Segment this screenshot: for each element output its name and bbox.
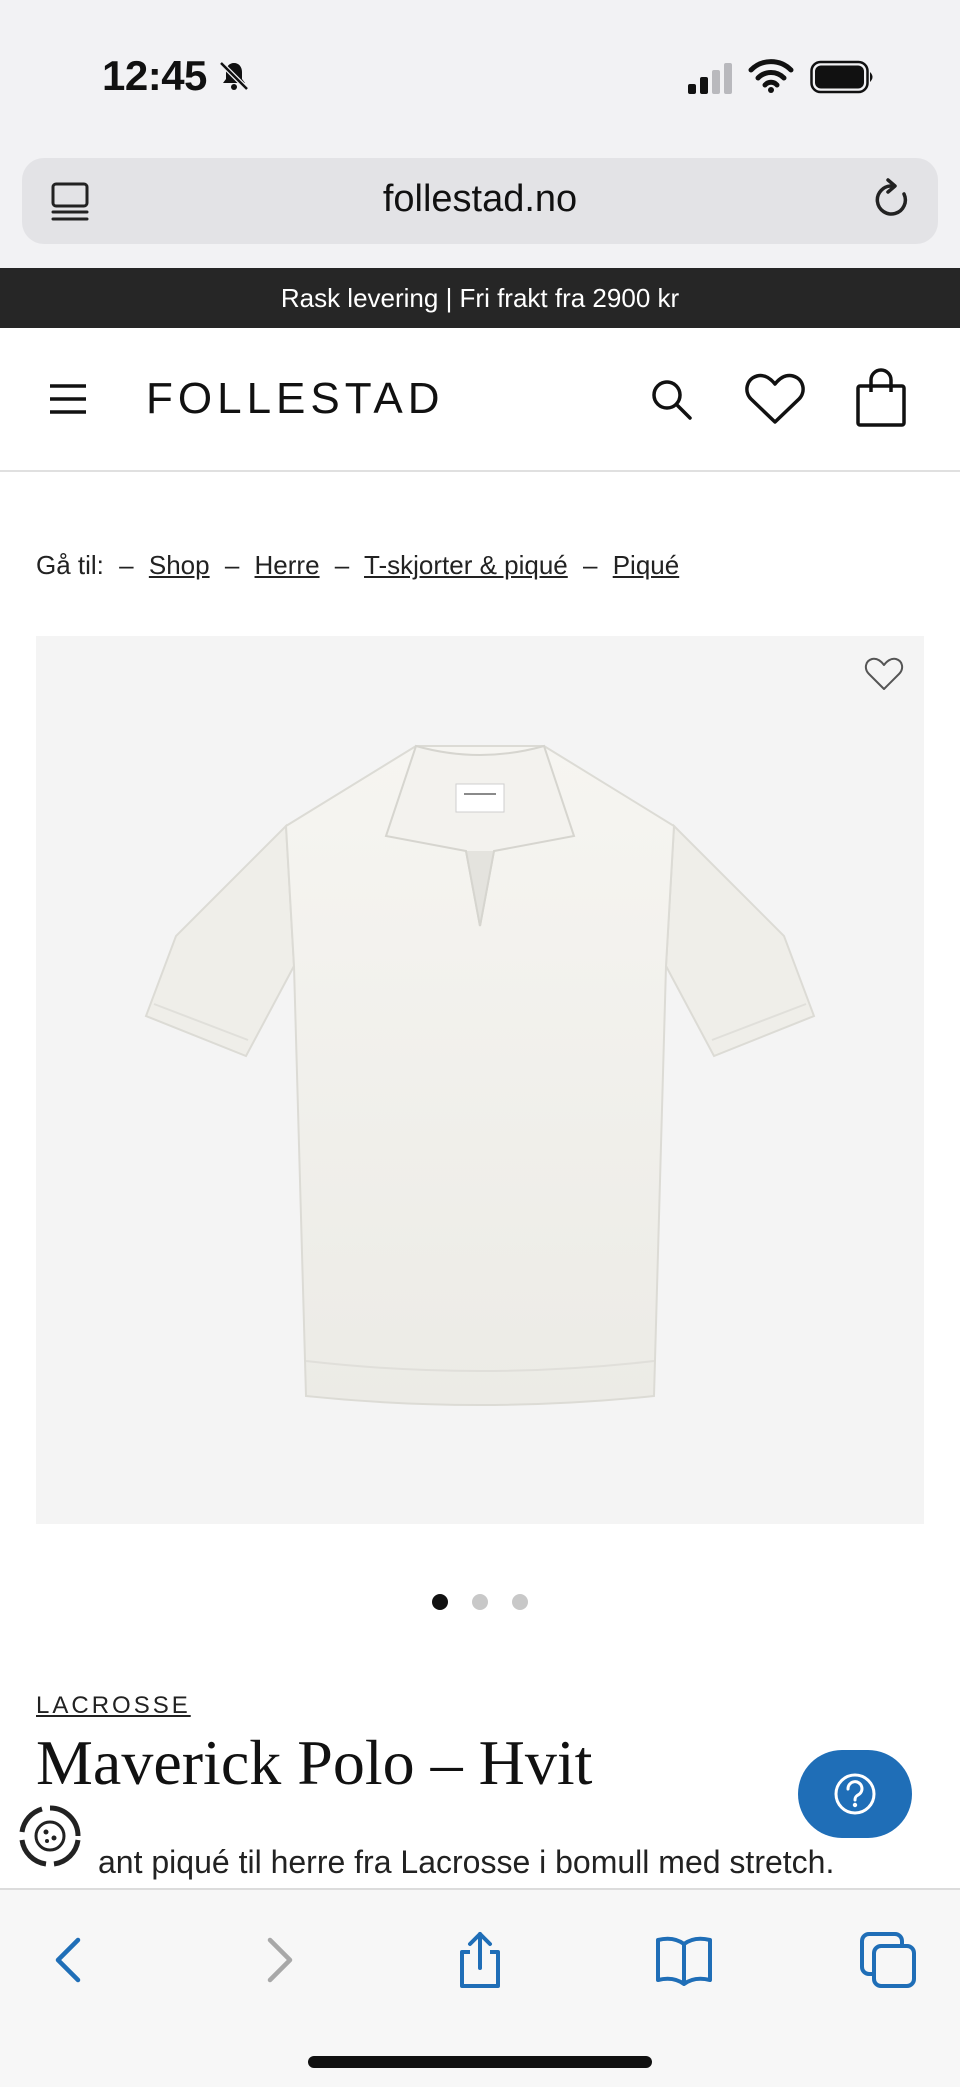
browser-toolbar bbox=[0, 1888, 960, 2087]
breadcrumb-separator: – bbox=[119, 550, 134, 580]
carousel-dot-2[interactable] bbox=[472, 1594, 488, 1610]
question-icon bbox=[834, 1773, 876, 1815]
breadcrumb-link-pique[interactable]: Piqué bbox=[613, 550, 680, 580]
breadcrumb-link-t-skjorter[interactable]: T-skjorter & piqué bbox=[364, 550, 568, 580]
site-header: FOLLESTAD bbox=[0, 328, 960, 472]
help-button[interactable] bbox=[798, 1750, 912, 1838]
search-icon[interactable] bbox=[648, 376, 694, 422]
site-logo[interactable]: FOLLESTAD bbox=[146, 374, 444, 424]
battery-icon bbox=[810, 60, 873, 94]
promo-banner: Rask levering | Fri frakt fra 2900 kr bbox=[0, 268, 960, 328]
breadcrumb: Gå til: – Shop – Herre – T-skjorter & pi… bbox=[36, 550, 679, 581]
carousel-dot-1[interactable] bbox=[432, 1594, 448, 1610]
bookmarks-icon[interactable] bbox=[654, 1930, 714, 1990]
home-indicator bbox=[308, 2056, 652, 2068]
product-image[interactable] bbox=[36, 636, 924, 1524]
carousel-dots bbox=[0, 1594, 960, 1610]
wifi-icon bbox=[748, 59, 794, 93]
wishlist-heart-icon[interactable] bbox=[864, 656, 904, 692]
product-description: ant piqué til herre fra Lacrosse i bomul… bbox=[98, 1844, 835, 1880]
reload-icon[interactable] bbox=[870, 176, 914, 224]
heart-icon[interactable] bbox=[744, 372, 806, 426]
brand-link[interactable]: LACROSSE bbox=[36, 1692, 191, 1720]
status-bar: 12:45 bbox=[0, 0, 960, 140]
product-title: Maverick Polo – Hvit bbox=[36, 1727, 593, 1798]
breadcrumb-separator: – bbox=[583, 550, 598, 580]
breadcrumb-separator: – bbox=[224, 550, 240, 580]
forward-icon[interactable] bbox=[248, 1930, 308, 1990]
signal-icon bbox=[688, 63, 732, 94]
breadcrumb-link-herre[interactable]: Herre bbox=[255, 550, 320, 580]
bell-slash-icon bbox=[219, 61, 249, 91]
breadcrumb-link-shop[interactable]: Shop bbox=[149, 550, 210, 580]
shopping-bag-icon[interactable] bbox=[854, 368, 908, 428]
cookie-settings-icon[interactable] bbox=[16, 1802, 84, 1870]
share-icon[interactable] bbox=[450, 1930, 510, 1990]
breadcrumb-separator: – bbox=[334, 550, 350, 580]
polo-shirt-image bbox=[144, 744, 816, 1406]
back-icon[interactable] bbox=[40, 1930, 100, 1990]
address-bar[interactable]: follestad.no bbox=[22, 158, 938, 244]
tabs-icon[interactable] bbox=[858, 1930, 918, 1990]
status-time: 12:45 bbox=[102, 52, 207, 99]
carousel-dot-3[interactable] bbox=[512, 1594, 528, 1610]
breadcrumb-prefix: Gå til: bbox=[36, 550, 104, 580]
url-text[interactable]: follestad.no bbox=[22, 178, 938, 221]
menu-icon[interactable] bbox=[48, 382, 88, 416]
